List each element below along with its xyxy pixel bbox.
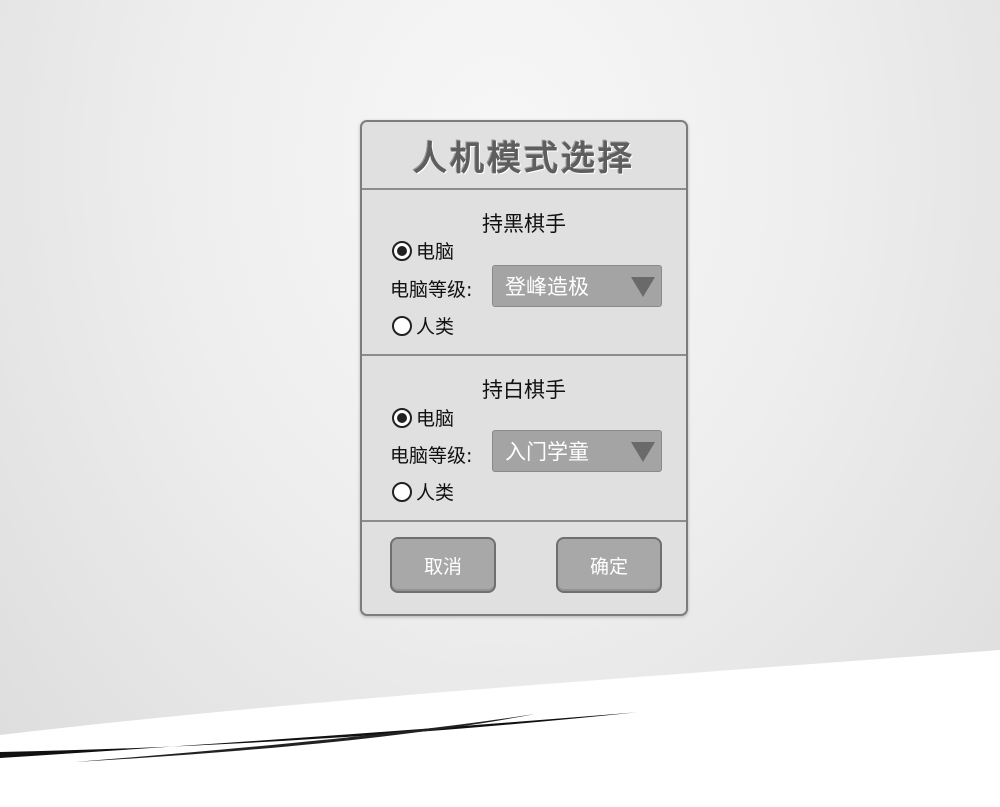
cancel-button[interactable]: 取消: [390, 537, 496, 593]
dialog-title: 人机模式选择: [413, 138, 635, 179]
dialog-actions: 取消 确定: [362, 522, 686, 618]
black-player-section: 持黑棋手 电脑 电脑等级: 登峰造极 人类: [362, 190, 686, 356]
white-human-radio[interactable]: [392, 481, 412, 502]
black-human-label: 人类: [416, 316, 455, 338]
white-level-select[interactable]: 入门学童: [492, 430, 662, 472]
chevron-down-icon: [631, 442, 655, 462]
black-level-select[interactable]: 登峰造极: [492, 265, 662, 307]
white-level-value: 入门学童: [505, 440, 589, 464]
black-human-radio[interactable]: [392, 315, 412, 336]
black-computer-option[interactable]: 电脑: [392, 237, 454, 264]
black-level-value: 登峰造极: [505, 275, 589, 299]
black-computer-radio[interactable]: [392, 240, 412, 261]
black-human-option[interactable]: 人类: [392, 312, 454, 339]
white-computer-radio[interactable]: [392, 407, 412, 428]
black-computer-label: 电脑: [416, 241, 455, 263]
white-computer-option[interactable]: 电脑: [392, 404, 454, 431]
mode-select-dialog: 人机模式选择 持黑棋手 电脑 电脑等级: 登峰造极 人类 持白棋手 电脑 电脑等…: [360, 120, 688, 616]
white-player-heading: 持白棋手: [482, 378, 566, 402]
confirm-button[interactable]: 确定: [556, 537, 662, 593]
white-human-label: 人类: [416, 482, 455, 504]
white-human-option[interactable]: 人类: [392, 478, 454, 505]
black-level-label: 电脑等级:: [390, 279, 473, 301]
white-computer-label: 电脑: [416, 408, 455, 430]
chevron-down-icon: [631, 277, 655, 297]
white-level-label: 电脑等级:: [390, 445, 473, 467]
black-player-heading: 持黑棋手: [482, 212, 566, 236]
white-player-section: 持白棋手 电脑 电脑等级: 入门学童 人类: [362, 356, 686, 522]
dialog-title-bar: 人机模式选择: [362, 122, 686, 190]
